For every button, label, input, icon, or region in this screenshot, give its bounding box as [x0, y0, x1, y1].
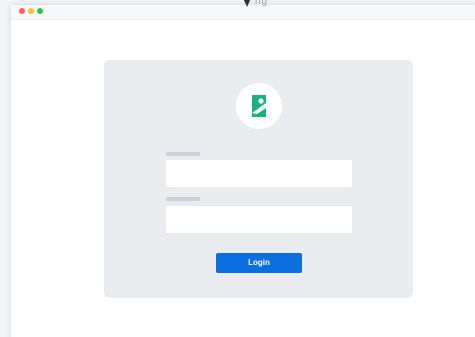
arrow-cursor-icon	[243, 0, 251, 7]
login-button[interactable]: Login	[216, 253, 302, 273]
password-label	[166, 197, 200, 201]
browser-window: Login	[11, 5, 475, 337]
password-input[interactable]	[166, 206, 352, 233]
close-window-button[interactable]	[19, 8, 25, 14]
screen: Login ng	[0, 0, 475, 337]
cursor-label: ng	[255, 0, 269, 7]
username-label	[166, 152, 200, 156]
username-input[interactable]	[166, 160, 352, 187]
login-card: Login	[104, 60, 413, 298]
minimize-window-button[interactable]	[28, 8, 34, 14]
app-logo	[236, 83, 282, 129]
green-tag-logo-icon	[252, 95, 266, 117]
maximize-window-button[interactable]	[37, 8, 43, 14]
